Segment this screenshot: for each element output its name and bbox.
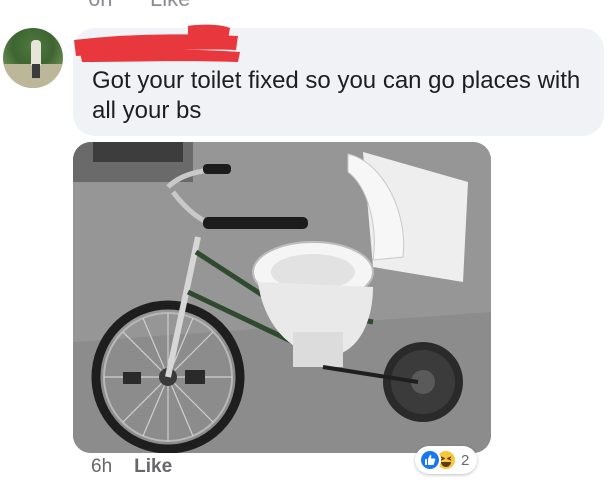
previous-comment-actions: 6h Like bbox=[0, 0, 610, 10]
previous-comment-time: 6h bbox=[88, 0, 112, 10]
avatar-person-legs bbox=[32, 64, 40, 78]
reaction-count: 2 bbox=[461, 451, 470, 469]
commenter-avatar[interactable] bbox=[3, 28, 63, 88]
comment-text: Got your toilet fixed so you can go plac… bbox=[92, 67, 581, 124]
redacted-author-name bbox=[74, 24, 240, 62]
reaction-summary[interactable]: 2 bbox=[415, 446, 478, 474]
comment-actions: 6h Like bbox=[91, 453, 172, 481]
comment-photo[interactable] bbox=[73, 142, 491, 453]
avatar-person bbox=[31, 40, 41, 66]
like-icon bbox=[419, 449, 441, 471]
previous-comment-like-link[interactable]: Like bbox=[150, 0, 190, 10]
comment-timestamp[interactable]: 6h bbox=[91, 456, 112, 478]
like-link[interactable]: Like bbox=[134, 456, 172, 478]
toilet-tricycle-image bbox=[73, 142, 491, 453]
